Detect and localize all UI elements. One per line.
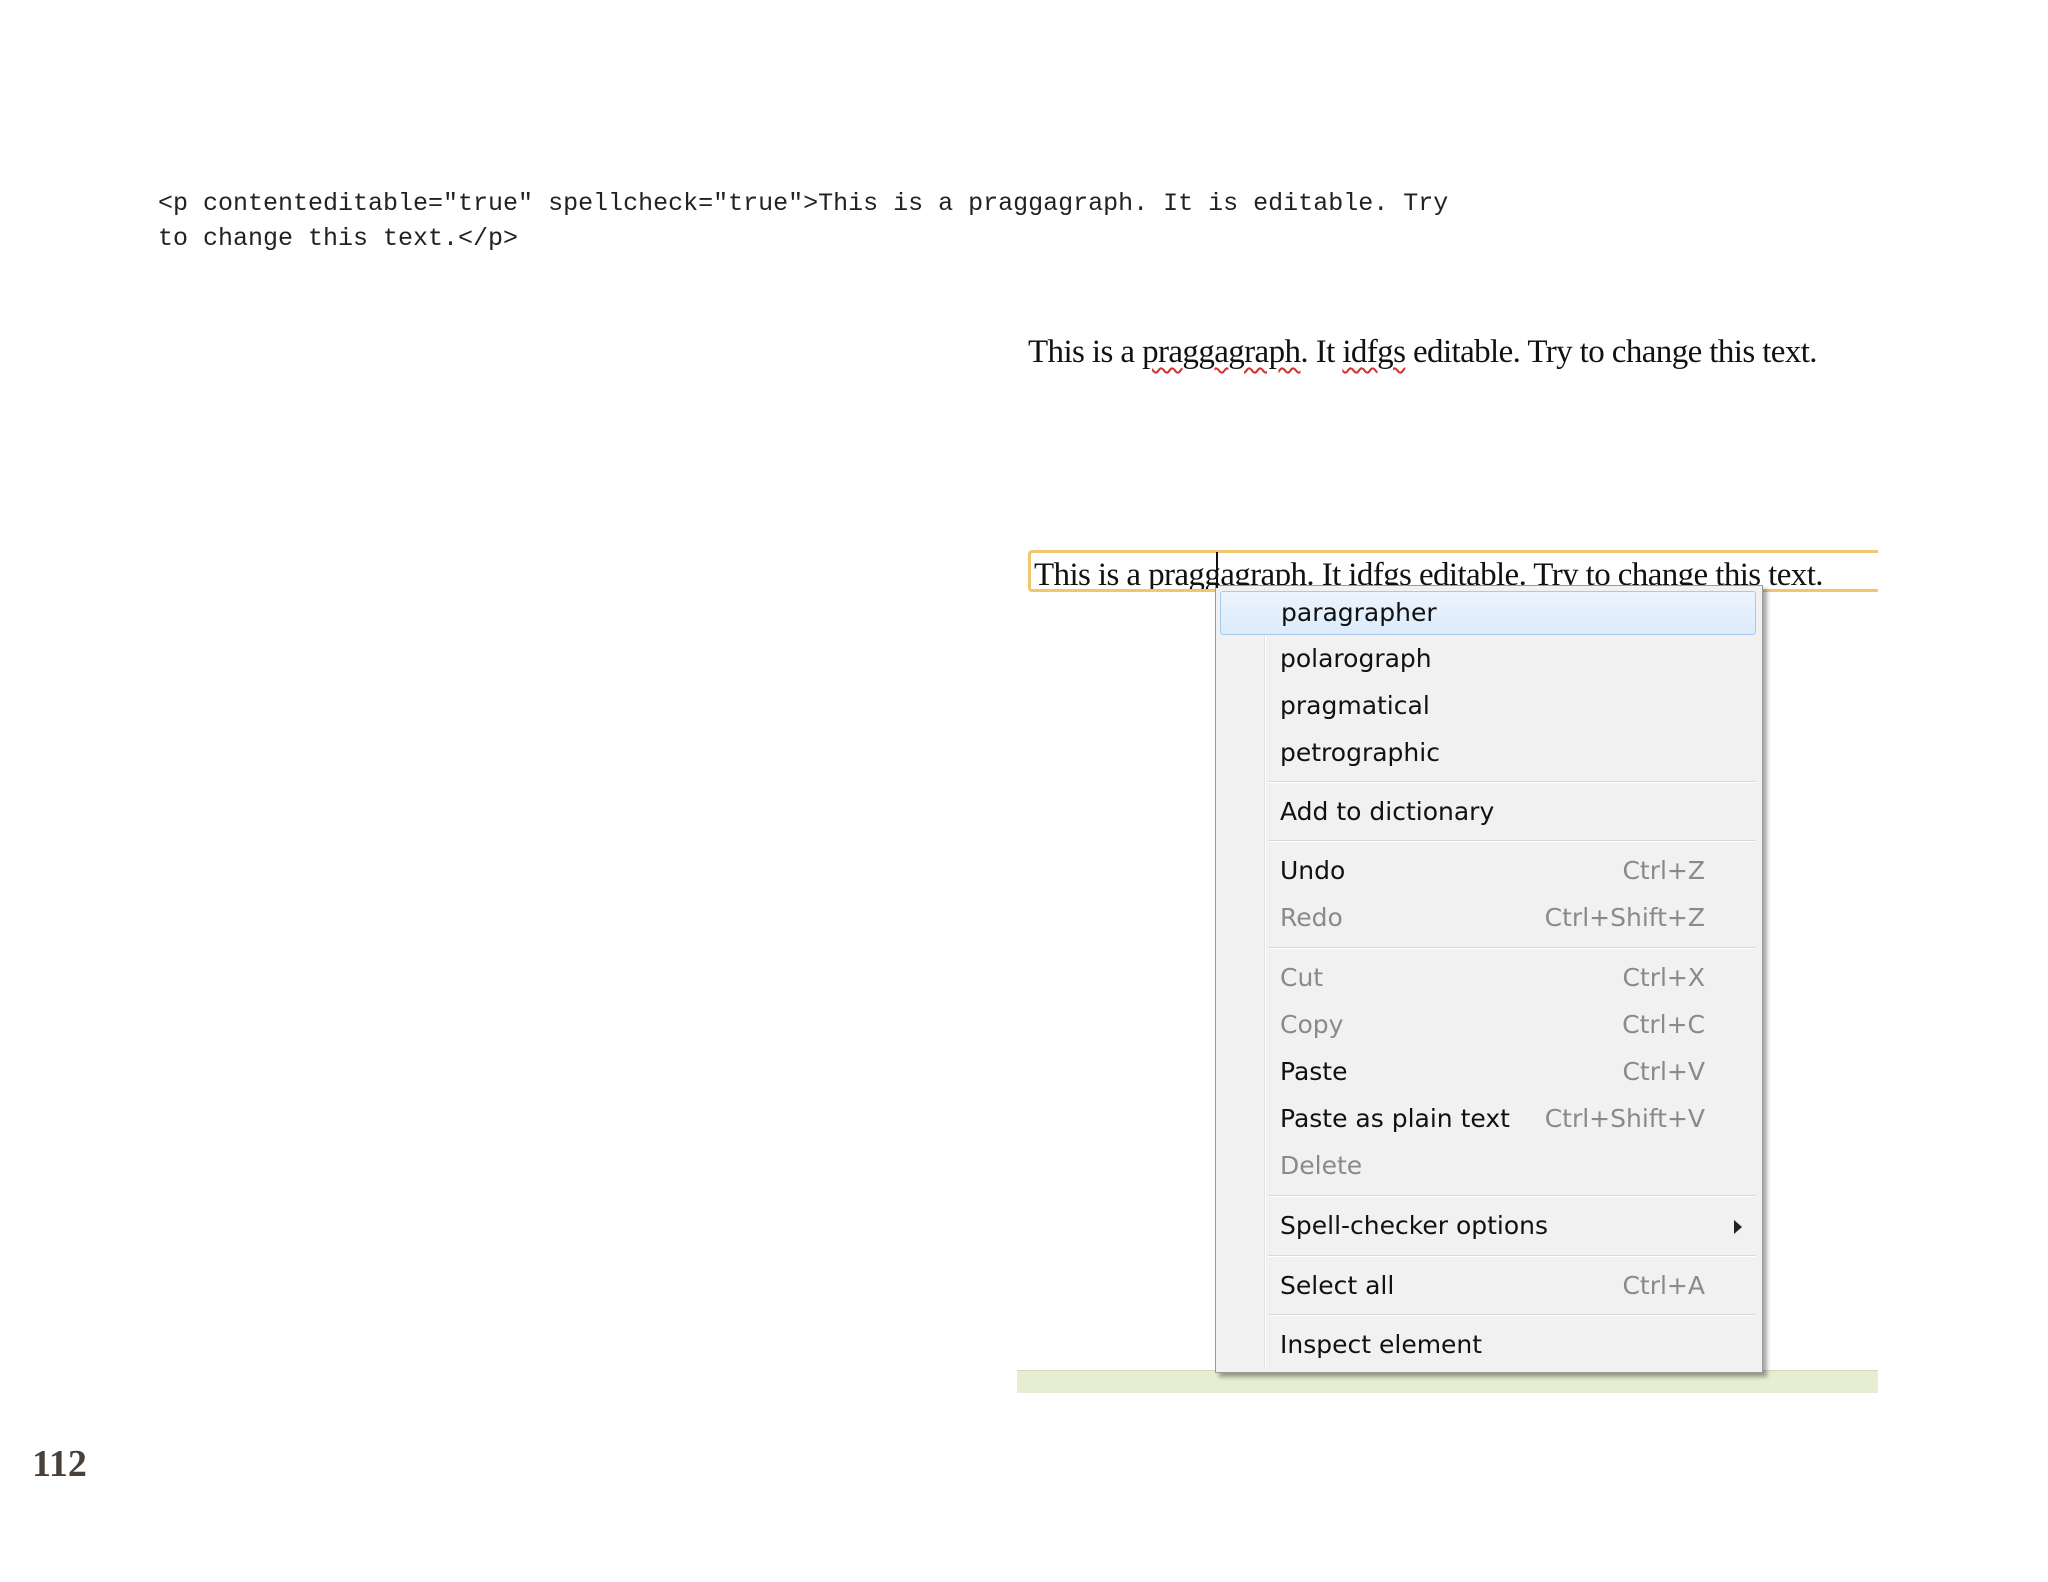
menu-item-label: Inspect element (1280, 1330, 1483, 1359)
code-sample: <p contenteditable="true" spellcheck="tr… (158, 186, 1448, 256)
spellcheck-context-menu: paragrapher polarograph pragmatical petr… (1215, 585, 1763, 1373)
menu-item-shortcut: Ctrl+V (1622, 1057, 1705, 1086)
paragraph-text-segment: This is a (1028, 334, 1143, 370)
page-number: 112 (32, 1443, 87, 1485)
menu-separator (1268, 947, 1756, 949)
redo-item[interactable]: Redo Ctrl+Shift+Z (1220, 897, 1756, 941)
menu-item-label: Undo (1280, 856, 1346, 885)
spell-checker-options-item[interactable]: Spell-checker options (1220, 1205, 1756, 1249)
code-line-1: <p contenteditable="true" spellcheck="tr… (158, 189, 1449, 218)
delete-item[interactable]: Delete (1220, 1145, 1756, 1189)
menu-item-label: polarograph (1280, 644, 1432, 673)
menu-separator (1268, 840, 1756, 842)
paste-item[interactable]: Paste Ctrl+V (1220, 1051, 1756, 1095)
menu-separator (1268, 781, 1756, 783)
code-line-2: to change this text.</p> (158, 224, 519, 253)
menu-item-label: Select all (1280, 1271, 1395, 1300)
menu-separator (1268, 1255, 1756, 1257)
paragraph-text-segment: . It (1300, 334, 1343, 370)
submenu-arrow-icon (1734, 1220, 1742, 1234)
suggestion-paragrapher[interactable]: paragrapher (1220, 591, 1756, 635)
menu-item-label: Add to dictionary (1280, 797, 1495, 826)
menu-item-label: Paste as plain text (1280, 1104, 1510, 1133)
paste-plain-text-item[interactable]: Paste as plain text Ctrl+Shift+V (1220, 1098, 1756, 1142)
undo-item[interactable]: Undo Ctrl+Z (1220, 850, 1756, 894)
add-to-dictionary-item[interactable]: Add to dictionary (1220, 791, 1756, 835)
menu-item-label: Delete (1280, 1151, 1363, 1180)
menu-item-shortcut: Ctrl+A (1622, 1271, 1705, 1300)
bottom-strip (1017, 1370, 1878, 1393)
menu-item-label: Redo (1280, 903, 1343, 932)
misspelled-word[interactable]: idfgs (1342, 334, 1406, 370)
suggestion-pragmatical[interactable]: pragmatical (1220, 685, 1756, 729)
menu-item-label: Paste (1280, 1057, 1348, 1086)
menu-item-label: pragmatical (1280, 691, 1430, 720)
menu-item-shortcut: Ctrl+X (1622, 963, 1705, 992)
copy-item[interactable]: Copy Ctrl+C (1220, 1004, 1756, 1048)
paragraph-text-segment: editable. Try to change this text. (1405, 334, 1818, 370)
misspelled-word[interactable]: praggagraph (1142, 334, 1301, 370)
menu-item-label: petrographic (1280, 738, 1440, 767)
menu-item-shortcut: Ctrl+Shift+V (1544, 1104, 1705, 1133)
menu-item-label: Spell-checker options (1280, 1211, 1549, 1240)
menu-separator (1268, 1314, 1756, 1316)
menu-item-shortcut: Ctrl+Z (1622, 856, 1705, 885)
suggestion-petrographic[interactable]: petrographic (1220, 732, 1756, 776)
menu-item-label: Copy (1280, 1010, 1344, 1039)
menu-item-label: paragrapher (1281, 598, 1437, 627)
select-all-item[interactable]: Select all Ctrl+A (1220, 1265, 1756, 1309)
cut-item[interactable]: Cut Ctrl+X (1220, 957, 1756, 1001)
menu-separator (1268, 1195, 1756, 1197)
suggestion-polarograph[interactable]: polarograph (1220, 638, 1756, 682)
menu-item-label: Cut (1280, 963, 1324, 992)
menu-item-shortcut: Ctrl+C (1622, 1010, 1705, 1039)
menu-item-shortcut: Ctrl+Shift+Z (1544, 903, 1705, 932)
rendered-paragraph[interactable]: This is a praggagraph. It idfgs editable… (1028, 334, 1818, 371)
text-caret (1216, 552, 1218, 588)
inspect-element-item[interactable]: Inspect element (1220, 1324, 1756, 1368)
